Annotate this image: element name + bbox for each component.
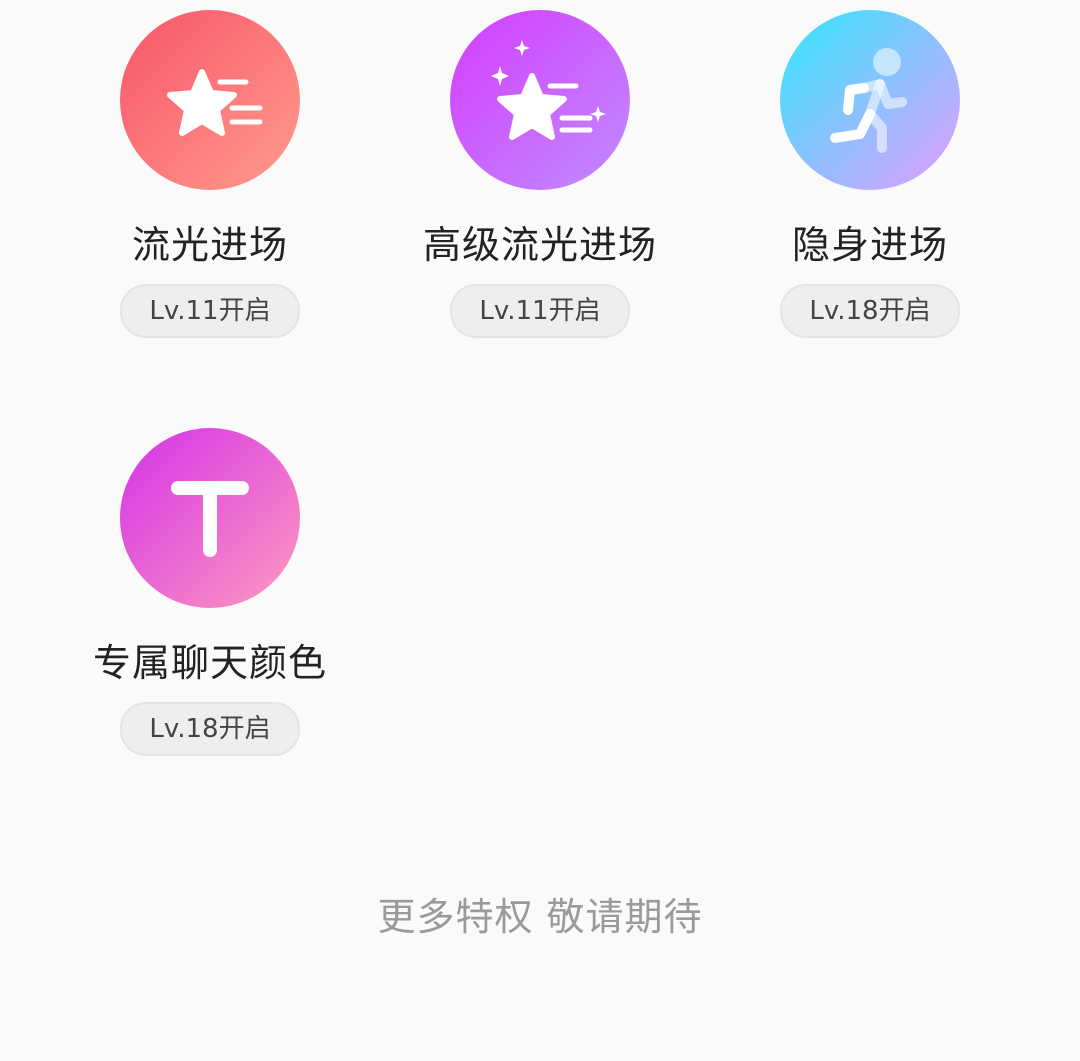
level-badge: Lv.18开启 (780, 284, 960, 338)
privilege-item-chat-color[interactable]: 专属聊天颜色 Lv.18开启 (45, 418, 375, 798)
text-t-icon (120, 428, 300, 608)
running-person-icon (780, 10, 960, 190)
privilege-title: 高级流光进场 (422, 223, 657, 267)
privilege-title: 专属聊天颜色 (92, 641, 327, 685)
star-sparkle-icon (450, 10, 630, 190)
level-badge: Lv.11开启 (450, 284, 630, 338)
more-privileges-coming-text: 更多特权 敬请期待 (377, 895, 703, 939)
level-badge: Lv.11开启 (120, 284, 300, 338)
privilege-item-premium-flow-entrance[interactable]: 高级流光进场 Lv.11开启 (375, 0, 705, 380)
privilege-item-flow-entrance[interactable]: 流光进场 Lv.11开启 (45, 0, 375, 380)
star-flow-icon (120, 10, 300, 190)
privilege-title: 流光进场 (131, 223, 288, 267)
privilege-item-invisible-entrance[interactable]: 隐身进场 Lv.18开启 (705, 0, 1035, 380)
privilege-title: 隐身进场 (791, 223, 948, 267)
level-badge: Lv.18开启 (120, 702, 300, 756)
